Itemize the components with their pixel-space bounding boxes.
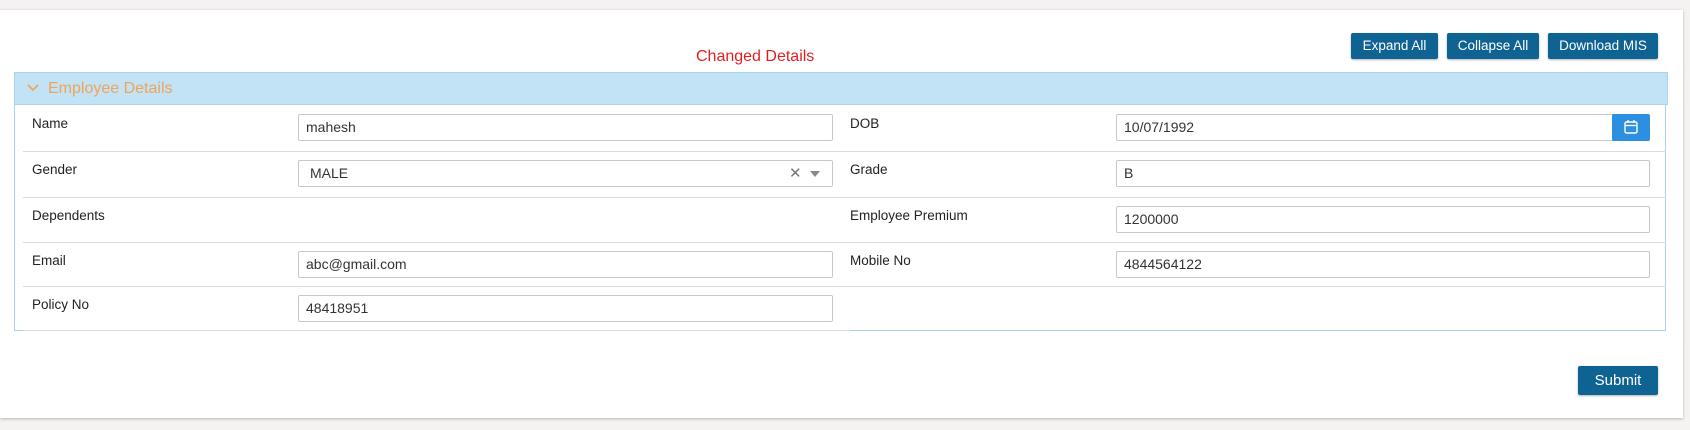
grade-label: Grade: [850, 162, 888, 177]
row-divider: [23, 151, 850, 152]
mobile-no-label: Mobile No: [850, 253, 911, 268]
download-mis-button[interactable]: Download MIS: [1548, 33, 1658, 59]
policy-no-field[interactable]: 48418951: [298, 295, 833, 322]
employee-details-panel-body: Name mahesh DOB 10/07/1992 Gender MALE ✕…: [14, 105, 1666, 331]
row-divider: [23, 286, 850, 287]
row-divider: [23, 197, 850, 198]
email-label: Email: [32, 253, 66, 268]
policy-no-label: Policy No: [32, 297, 90, 312]
calendar-icon: [1624, 120, 1638, 134]
email-field[interactable]: abc@gmail.com: [298, 251, 833, 278]
calendar-button[interactable]: [1612, 114, 1650, 141]
collapse-all-button[interactable]: Collapse All: [1447, 33, 1539, 59]
name-label: Name: [32, 116, 69, 131]
gender-select[interactable]: MALE ✕: [298, 160, 833, 187]
row-divider: [848, 242, 1666, 243]
gender-select-value: MALE: [310, 165, 349, 181]
employee-premium-field[interactable]: 1200000: [1116, 206, 1650, 233]
chevron-down-icon: [27, 84, 39, 92]
dob-field[interactable]: 10/07/1992: [1116, 114, 1616, 141]
expand-all-button[interactable]: Expand All: [1351, 33, 1438, 59]
name-field[interactable]: mahesh: [298, 114, 833, 141]
gender-label: Gender: [32, 162, 78, 177]
row-divider: [23, 242, 850, 243]
page-title: Changed Details: [696, 48, 815, 65]
employee-premium-label: Employee Premium: [850, 208, 968, 223]
row-divider: [848, 151, 1666, 152]
submit-button[interactable]: Submit: [1578, 366, 1658, 395]
panel-title: Employee Details: [48, 80, 173, 97]
row-divider: [848, 286, 1666, 287]
grade-field[interactable]: B: [1116, 160, 1650, 187]
dependents-label: Dependents: [32, 208, 105, 223]
clear-icon[interactable]: ✕: [789, 161, 802, 186]
dropdown-arrow-icon[interactable]: [810, 171, 820, 177]
row-divider: [23, 330, 850, 331]
dob-label: DOB: [850, 116, 880, 131]
employee-details-panel-header[interactable]: Employee Details: [14, 72, 1668, 105]
row-divider: [848, 197, 1666, 198]
mobile-no-field[interactable]: 4844564122: [1116, 251, 1650, 278]
